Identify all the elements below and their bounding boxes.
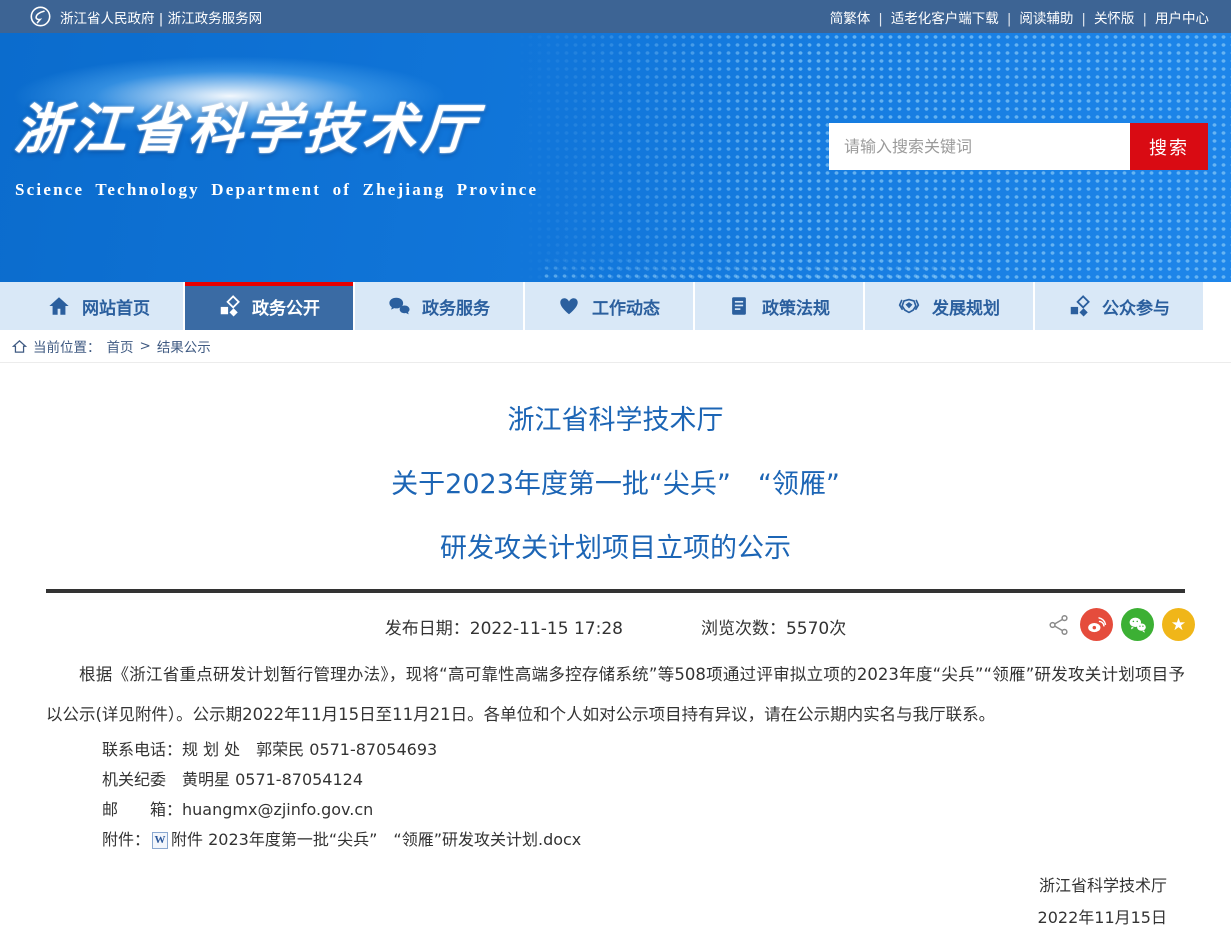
title-divider bbox=[46, 589, 1185, 593]
nav-item-label: 工作动态 bbox=[592, 294, 660, 319]
open-gov-icon bbox=[218, 295, 240, 317]
article-body: 根据《浙江省重点研发计划暂行管理办法》，现将“高可靠性高端多控存储系统”等508… bbox=[46, 655, 1185, 735]
zhejiang-gov-logo-icon bbox=[30, 6, 51, 27]
attachment-label: 附件： bbox=[102, 825, 150, 855]
gov-portal-links-label[interactable]: 浙江省人民政府 | 浙江政务服务网 bbox=[60, 7, 262, 27]
weibo-share-icon[interactable] bbox=[1080, 608, 1113, 641]
contact-email-line: 邮 箱：huangmx@zjinfo.gov.cn bbox=[46, 795, 1185, 825]
breadcrumb-separator: > bbox=[140, 338, 151, 354]
site-banner: 浙江省科学技术厅 Science Technology Department o… bbox=[0, 33, 1231, 282]
signature-block: 浙江省科学技术厅 2022年11月15日 bbox=[46, 871, 1185, 933]
wechat-share-icon[interactable] bbox=[1121, 608, 1154, 641]
document-icon bbox=[728, 295, 750, 317]
qzone-share-icon[interactable]: ★ bbox=[1162, 608, 1195, 641]
nav-item-label: 公众参与 bbox=[1102, 294, 1170, 319]
chat-bubbles-icon bbox=[388, 295, 410, 317]
article-title-line1: 浙江省科学技术厅 bbox=[46, 389, 1185, 453]
top-utility-bar: 浙江省人民政府 | 浙江政务服务网 简繁体 适老化客户端下载 阅读辅助 关怀版 … bbox=[0, 0, 1231, 33]
topbar-link-simplified-traditional[interactable]: 简繁体 bbox=[830, 7, 891, 27]
breadcrumb-home-icon bbox=[12, 339, 27, 354]
nav-item-label: 网站首页 bbox=[82, 294, 150, 319]
article-title-line2: 关于2023年度第一批“尖兵” “领雁” bbox=[46, 453, 1185, 517]
heart-icon bbox=[558, 295, 580, 317]
nav-item-work-news[interactable]: 工作动态 bbox=[525, 282, 695, 330]
breadcrumb-home-link[interactable]: 首页 bbox=[107, 336, 134, 356]
home-icon bbox=[48, 295, 70, 317]
topbar-link-care-version[interactable]: 关怀版 bbox=[1094, 7, 1155, 27]
site-subtitle-english: Science Technology Department of Zhejian… bbox=[15, 180, 538, 200]
nav-item-development-plan[interactable]: 发展规划 bbox=[865, 282, 1035, 330]
contact-phone-line: 联系电话：规 划 处 郭荣民 0571-87054693 bbox=[46, 735, 1185, 765]
world-map-dot-pattern-bottom bbox=[542, 256, 985, 282]
topbar-link-accessibility-client[interactable]: 适老化客户端下载 bbox=[891, 7, 1020, 27]
share-toolbar: ★ bbox=[1048, 608, 1195, 641]
nav-item-label: 政策法规 bbox=[762, 294, 830, 319]
breadcrumb-label: 当前位置： bbox=[33, 336, 101, 356]
topbar-link-reading-aid[interactable]: 阅读辅助 bbox=[1019, 7, 1094, 27]
article-container: 浙江省科学技术厅 关于2023年度第一批“尖兵” “领雁” 研发攻关计划项目立项… bbox=[0, 389, 1231, 933]
handshake-icon bbox=[898, 295, 920, 317]
signature-date: 2022年11月15日 bbox=[46, 903, 1167, 933]
nav-item-public-participation[interactable]: 公众参与 bbox=[1035, 282, 1205, 330]
nav-item-home[interactable]: 网站首页 bbox=[15, 282, 185, 330]
breadcrumb: 当前位置： 首页 > 结果公示 bbox=[0, 330, 1231, 363]
nav-item-label: 政务公开 bbox=[252, 294, 320, 319]
search-button[interactable]: 搜索 bbox=[1130, 123, 1208, 170]
nav-right-spacer bbox=[1205, 282, 1231, 330]
article-title-line3: 研发攻关计划项目立项的公示 bbox=[46, 517, 1185, 581]
attachment-link[interactable]: 附件 2023年度第一批“尖兵” “领雁”研发攻关计划.docx bbox=[171, 825, 581, 855]
site-identity: 浙江省科学技术厅 Science Technology Department o… bbox=[15, 85, 538, 200]
attachment-row: 附件： W 附件 2023年度第一批“尖兵” “领雁”研发攻关计划.docx bbox=[46, 825, 1185, 855]
contact-discipline-line: 机关纪委 黄明星 0571-87054124 bbox=[46, 765, 1185, 795]
signature-org: 浙江省科学技术厅 bbox=[46, 871, 1167, 901]
participation-icon bbox=[1068, 295, 1090, 317]
site-title: 浙江省科学技术厅 bbox=[12, 85, 541, 164]
word-doc-icon: W bbox=[152, 832, 168, 849]
article-meta-row: 发布日期：2022-11-15 17:28 浏览次数：5570次 bbox=[46, 605, 1185, 647]
share-icon[interactable] bbox=[1048, 614, 1070, 636]
nav-item-label: 政务服务 bbox=[422, 294, 490, 319]
nav-item-gov-disclosure[interactable]: 政务公开 bbox=[185, 282, 355, 330]
nav-left-spacer bbox=[0, 282, 15, 330]
nav-item-label: 发展规划 bbox=[932, 294, 1000, 319]
search-box: 搜索 bbox=[829, 123, 1208, 170]
article-title: 浙江省科学技术厅 关于2023年度第一批“尖兵” “领雁” 研发攻关计划项目立项… bbox=[46, 389, 1185, 581]
main-navigation: 网站首页 政务公开 政务服务 工作动态 政策法规 bbox=[0, 282, 1231, 330]
publish-date: 发布日期：2022-11-15 17:28 bbox=[385, 614, 623, 639]
nav-item-policies[interactable]: 政策法规 bbox=[695, 282, 865, 330]
topbar-links: 简繁体 适老化客户端下载 阅读辅助 关怀版 用户中心 bbox=[830, 7, 1209, 27]
gov-portal-links[interactable]: 浙江省人民政府 | 浙江政务服务网 bbox=[30, 6, 262, 27]
nav-item-gov-services[interactable]: 政务服务 bbox=[355, 282, 525, 330]
view-count: 浏览次数：5570次 bbox=[701, 614, 846, 639]
search-input[interactable] bbox=[829, 123, 1130, 170]
breadcrumb-current[interactable]: 结果公示 bbox=[157, 336, 211, 356]
topbar-link-user-center[interactable]: 用户中心 bbox=[1155, 7, 1209, 27]
